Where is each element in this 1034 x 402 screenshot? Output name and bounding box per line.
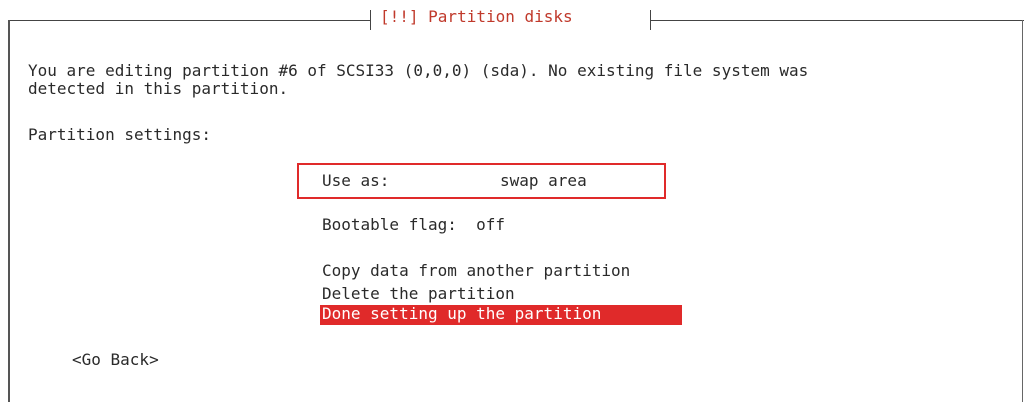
menu-item-bootable-flag[interactable]: Bootable flag: off — [322, 216, 505, 234]
dialog-border-left — [8, 20, 10, 402]
use-as-value[interactable]: swap area — [500, 172, 587, 190]
dialog-border-top-left — [8, 20, 370, 21]
dialog-border-right — [1022, 20, 1023, 402]
go-back-button[interactable]: <Go Back> — [72, 351, 159, 369]
menu-item-done-setting-up[interactable]: Done setting up the partition — [320, 305, 682, 325]
installer-dialog: [!!] Partition disks You are editing par… — [0, 0, 1034, 402]
partition-description: You are editing partition #6 of SCSI33 (… — [28, 61, 809, 98]
menu-item-copy-data[interactable]: Copy data from another partition — [322, 262, 630, 280]
dialog-border-top-right — [650, 20, 1024, 21]
menu-item-use-as[interactable]: Use as: — [322, 172, 389, 190]
title-bracket-right — [650, 10, 651, 30]
menu-item-delete-partition[interactable]: Delete the partition — [322, 285, 515, 303]
partition-settings-label: Partition settings: — [28, 125, 212, 144]
title-bracket-left — [370, 10, 371, 30]
dialog-title: [!!] Partition disks — [380, 7, 573, 26]
